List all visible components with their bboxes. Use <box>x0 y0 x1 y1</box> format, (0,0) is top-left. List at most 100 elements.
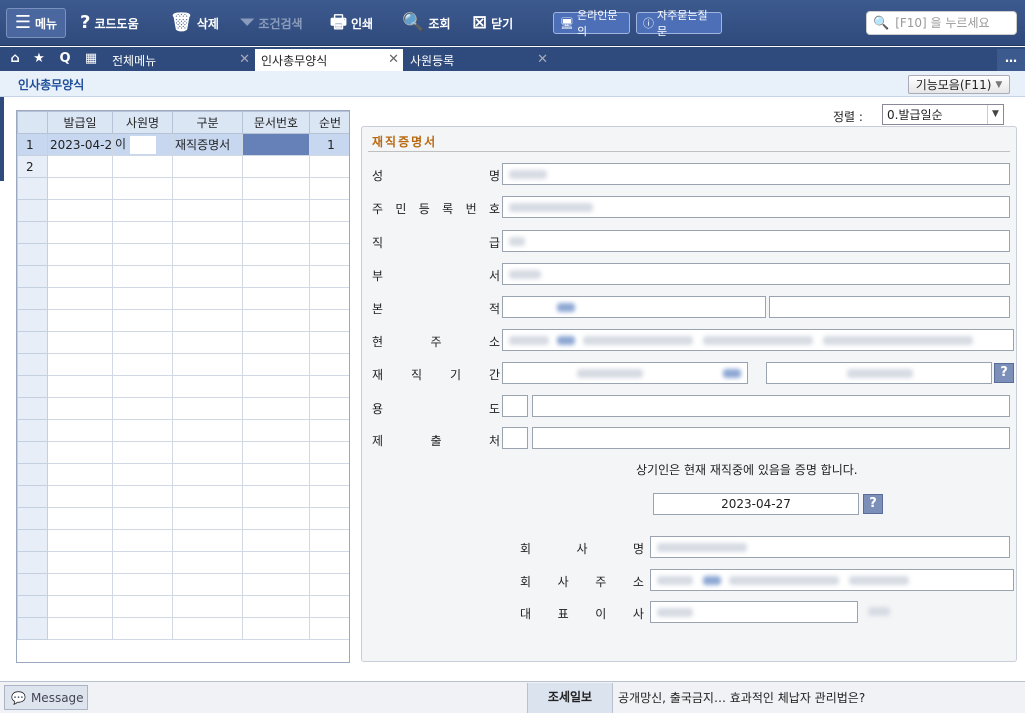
period-start-field[interactable] <box>502 362 748 384</box>
more-tabs-button[interactable]: … <box>997 49 1025 71</box>
print-button[interactable]: 🖶 인쇄 <box>330 8 373 38</box>
grid-cell[interactable] <box>47 353 113 376</box>
grid-cell[interactable] <box>47 397 113 420</box>
grid-menu-icon[interactable]: ▦ <box>80 50 102 68</box>
grid-cell[interactable] <box>242 353 310 376</box>
origin-zip-field[interactable] <box>502 296 766 318</box>
grid-cell[interactable] <box>309 551 349 574</box>
table-row[interactable] <box>17 353 349 376</box>
grid-cell[interactable] <box>309 463 349 486</box>
period-help-button[interactable]: ? <box>994 363 1014 383</box>
grid-cell[interactable] <box>112 375 173 398</box>
table-row[interactable] <box>17 529 349 552</box>
message-button[interactable]: 💬 Message <box>4 685 88 710</box>
tab-hr-forms[interactable]: 인사총무양식 ✕ <box>255 49 403 71</box>
grid-cell[interactable] <box>309 199 349 222</box>
grid-cell[interactable] <box>47 441 113 464</box>
code-help-button[interactable]: ? 코드도움 <box>80 8 139 38</box>
grid-cell[interactable] <box>242 287 310 310</box>
grid-cell[interactable] <box>309 221 349 244</box>
grid-cell[interactable] <box>47 507 113 530</box>
grid-cell[interactable] <box>47 309 113 332</box>
grid-cell[interactable] <box>112 485 173 508</box>
table-row[interactable] <box>17 265 349 288</box>
news-headline-link[interactable]: 공개망신, 출국금지… 효과적인 체납자 관리법은? <box>618 689 865 706</box>
grid-cell[interactable] <box>242 485 310 508</box>
grid-cell[interactable] <box>309 573 349 596</box>
table-row[interactable] <box>17 221 349 244</box>
grid-cell[interactable] <box>112 507 173 530</box>
grid-cell[interactable] <box>172 309 243 332</box>
condition-search-button[interactable]: ⏷ 조건검색 <box>240 8 303 38</box>
purpose-code-field[interactable] <box>502 395 528 417</box>
close-icon[interactable]: ✕ <box>388 52 399 67</box>
name-field[interactable] <box>502 163 1010 185</box>
period-end-field[interactable] <box>766 362 992 384</box>
grid-cell[interactable] <box>242 243 310 266</box>
grid-cell[interactable] <box>112 551 173 574</box>
grid-cell[interactable] <box>47 617 113 640</box>
grid-cell[interactable] <box>242 595 310 618</box>
grid-cell[interactable] <box>47 177 113 200</box>
grid-cell[interactable] <box>309 397 349 420</box>
grid-cell[interactable] <box>112 419 173 442</box>
grid-cell[interactable] <box>172 485 243 508</box>
grid-cell[interactable] <box>172 375 243 398</box>
cell-name[interactable] <box>112 155 173 178</box>
table-row[interactable] <box>17 397 349 420</box>
grid-cell[interactable] <box>172 177 243 200</box>
grid-cell[interactable] <box>309 265 349 288</box>
grid-cell[interactable] <box>172 221 243 244</box>
grid-cell[interactable] <box>309 375 349 398</box>
home-icon[interactable]: ⌂ <box>4 50 26 68</box>
grid-cell[interactable] <box>309 441 349 464</box>
grid-cell[interactable] <box>112 463 173 486</box>
grid-cell[interactable] <box>242 419 310 442</box>
chevron-down-icon[interactable]: ▼ <box>987 105 1003 124</box>
grid-cell[interactable] <box>242 221 310 244</box>
grid-header-docno[interactable]: 문서번호 <box>242 111 310 134</box>
tab-all-menu[interactable]: 전체메뉴 ✕ <box>106 49 254 71</box>
cell-name[interactable]: 이 <box>112 133 173 156</box>
grid-cell[interactable] <box>47 595 113 618</box>
table-row[interactable] <box>17 507 349 530</box>
delete-button[interactable]: 🗑 삭제 <box>170 8 219 38</box>
grid-cell[interactable] <box>309 353 349 376</box>
menu-search-input[interactable] <box>895 16 1011 30</box>
table-row[interactable] <box>17 485 349 508</box>
grid-cell[interactable] <box>172 551 243 574</box>
rrn-field[interactable] <box>502 196 1010 218</box>
close-button[interactable]: ⊠ 닫기 <box>472 8 513 38</box>
grid-cell[interactable] <box>172 419 243 442</box>
grid-cell[interactable] <box>172 287 243 310</box>
table-row[interactable] <box>17 551 349 574</box>
table-row[interactable] <box>17 331 349 354</box>
grid-cell[interactable] <box>242 331 310 354</box>
grid-cell[interactable] <box>172 397 243 420</box>
grid-cell[interactable] <box>112 243 173 266</box>
grid-cell[interactable] <box>47 485 113 508</box>
grid-cell[interactable] <box>242 375 310 398</box>
table-row[interactable]: 2 <box>17 155 349 178</box>
grid-cell[interactable] <box>47 375 113 398</box>
origin-address-field[interactable] <box>769 296 1010 318</box>
grid-cell[interactable] <box>47 221 113 244</box>
grid-header-seq[interactable]: 순번 <box>309 111 349 134</box>
grid-cell[interactable] <box>47 265 113 288</box>
grid-cell[interactable] <box>242 177 310 200</box>
grid-cell[interactable] <box>112 287 173 310</box>
function-menu-button[interactable]: 기능모음(F11) ▼ <box>908 75 1010 94</box>
grid-cell[interactable] <box>242 265 310 288</box>
grid-cell[interactable] <box>309 485 349 508</box>
grid-cell[interactable] <box>112 397 173 420</box>
grid-cell[interactable] <box>112 529 173 552</box>
cell-date[interactable] <box>47 155 113 178</box>
grid-cell[interactable] <box>112 617 173 640</box>
grid-cell[interactable] <box>242 463 310 486</box>
grid-cell[interactable] <box>242 617 310 640</box>
submit-to-code-field[interactable] <box>502 427 528 449</box>
grid-cell[interactable] <box>172 507 243 530</box>
grid-cell[interactable] <box>172 243 243 266</box>
close-icon[interactable]: ✕ <box>537 52 548 67</box>
grid-cell[interactable] <box>172 529 243 552</box>
